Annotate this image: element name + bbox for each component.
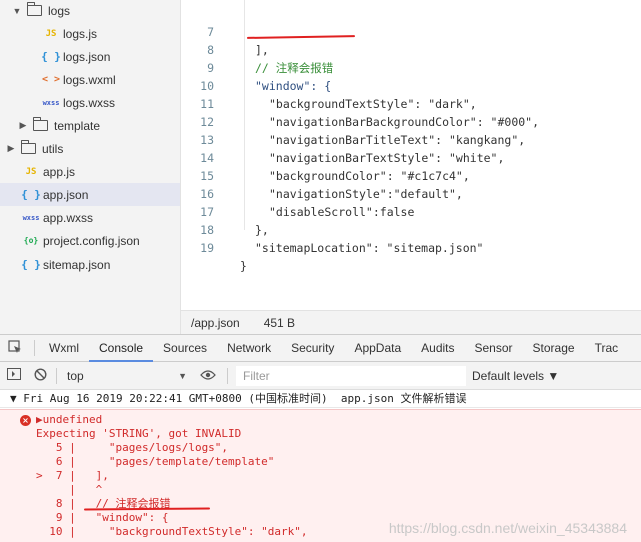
context-value: top <box>67 368 84 383</box>
console-group-header[interactable]: ▼ Fri Aug 16 2019 20:22:41 GMT+0800 (中国标… <box>0 390 641 408</box>
inspect-element-icon[interactable] <box>0 339 30 357</box>
folder-icon <box>27 2 42 16</box>
code-line: 14 "backgroundColor": "#c1c7c4", <box>181 131 641 183</box>
error-line: 5 | "pages/logs/logs", <box>36 441 229 454</box>
tab-divider <box>34 340 35 356</box>
code-editor[interactable]: 7 ], 8 // 注释会报错 9 "window": { 10 "backgr… <box>181 0 641 310</box>
filter-input[interactable]: Filter <box>236 365 466 386</box>
context-select[interactable]: top ▼ <box>61 366 193 386</box>
tree-file-app-wxss[interactable]: wxss app.wxss <box>0 206 180 229</box>
tree-folder-logs[interactable]: ▼ logs <box>0 0 180 22</box>
code-line: 18 "sitemapLocation": "sitemap.json" <box>181 203 641 255</box>
code-line: 13 "navigationBarTextStyle": "white", <box>181 113 641 165</box>
tab-network[interactable]: Network <box>217 335 281 362</box>
tab-sources[interactable]: Sources <box>153 335 217 362</box>
tree-item-label: project.config.json <box>43 233 140 248</box>
error-line: 6 | "pages/template/template" <box>36 455 275 468</box>
json-file-icon: { } <box>21 188 41 201</box>
code-line: 19 } <box>181 221 641 273</box>
tree-item-label: logs <box>48 3 71 18</box>
code-line: 11 "navigationBarBackgroundColor": "#000… <box>181 77 641 129</box>
code-text: } <box>240 259 247 273</box>
tree-item-label: app.wxss <box>43 210 94 225</box>
devtools-tab-bar: Wxml Console Sources Network Security Ap… <box>0 334 641 362</box>
js-file-icon: JS <box>25 166 37 177</box>
tree-file-logs-wxss[interactable]: wxss logs.wxss <box>0 91 180 114</box>
code-text: "sitemapLocation": "sitemap.json" <box>255 241 484 255</box>
tab-sensor[interactable]: Sensor <box>465 335 523 362</box>
tree-folder-template[interactable]: ▶ template <box>0 114 180 137</box>
tab-storage[interactable]: Storage <box>523 335 585 362</box>
tab-security[interactable]: Security <box>281 335 344 362</box>
editor-status-bar: /app.json 451 B <box>181 310 641 334</box>
code-line: 12 "navigationBarTitleText": "kangkang", <box>181 95 641 147</box>
config-file-icon: {o} <box>23 236 39 245</box>
error-expand-toggle[interactable]: ▶undefined <box>36 413 102 427</box>
tree-item-label: template <box>54 118 101 133</box>
clear-console-icon[interactable] <box>28 367 52 384</box>
line-number: 19 <box>200 241 214 255</box>
file-path: /app.json <box>191 315 240 330</box>
chevron-right-icon: ▶ <box>19 120 27 130</box>
sidebar-toggle-icon[interactable] <box>0 368 28 383</box>
tree-item-label: app.json <box>43 187 89 202</box>
file-tree: ▼ logs JS logs.js { } logs.json < > logs… <box>0 0 181 334</box>
tree-file-logs-json[interactable]: { } logs.json <box>0 45 180 68</box>
code-line: 15 "navigationStyle":"default", <box>181 149 641 201</box>
folder-icon <box>33 117 48 131</box>
tree-item-label: utils <box>42 141 64 156</box>
tab-trace[interactable]: Trac <box>585 335 629 362</box>
tab-audits[interactable]: Audits <box>411 335 464 362</box>
error-line: 9 | "window": { <box>36 511 169 524</box>
tree-item-label: logs.wxml <box>63 72 116 87</box>
code-line: 7 ], <box>181 5 641 57</box>
error-line: 10 | "backgroundTextStyle": "dark", <box>36 525 308 538</box>
console-output: ▼ Fri Aug 16 2019 20:22:41 GMT+0800 (中国标… <box>0 390 641 542</box>
chevron-right-icon: ▶ <box>7 143 15 153</box>
tree-item-label: logs.js <box>63 26 98 41</box>
watermark: https://blog.csdn.net/weixin_45343884 <box>388 520 627 536</box>
log-levels-select[interactable]: Default levels ▼ <box>472 369 559 383</box>
error-icon: × <box>20 415 31 426</box>
tree-file-app-json[interactable]: { } app.json <box>0 183 180 206</box>
tab-appdata[interactable]: AppData <box>344 335 411 362</box>
json-file-icon: { } <box>21 258 41 271</box>
code-line: 16 "disableScroll":false <box>181 167 641 219</box>
wxml-file-icon: < > <box>41 74 61 85</box>
tree-folder-utils[interactable]: ▶ utils <box>0 137 180 160</box>
tree-file-project-config[interactable]: {o} project.config.json <box>0 229 180 252</box>
tree-file-sitemap-json[interactable]: { } sitemap.json <box>0 253 180 276</box>
error-line: > 7 | ], <box>36 469 109 482</box>
wxss-file-icon: wxss <box>22 213 40 222</box>
file-size: 451 B <box>263 315 296 330</box>
toolbar-divider <box>227 367 228 384</box>
folder-icon <box>21 140 36 154</box>
tree-file-logs-wxml[interactable]: < > logs.wxml <box>0 68 180 91</box>
error-line: Expecting 'STRING', got INVALID <box>36 427 242 440</box>
json-file-icon: { } <box>41 50 61 63</box>
code-line: 9 "window": { <box>181 41 641 93</box>
eye-icon[interactable] <box>193 368 223 383</box>
tree-file-logs-js[interactable]: JS logs.js <box>0 22 180 45</box>
tree-file-app-js[interactable]: JS app.js <box>0 160 180 183</box>
toolbar-divider <box>56 367 57 384</box>
error-line: | ^ <box>36 483 103 496</box>
dropdown-arrow-icon: ▼ <box>178 370 187 381</box>
tree-item-label: logs.wxss <box>63 95 116 110</box>
js-file-icon: JS <box>45 28 57 39</box>
console-toolbar: top ▼ Filter Default levels ▼ <box>0 362 641 390</box>
tab-wxml[interactable]: Wxml <box>39 335 89 362</box>
tree-item-label: app.js <box>43 164 76 179</box>
wxss-file-icon: wxss <box>42 98 60 107</box>
tab-console[interactable]: Console <box>89 335 154 362</box>
tree-item-label: logs.json <box>63 49 111 64</box>
code-line: 10 "backgroundTextStyle": "dark", <box>181 59 641 111</box>
tree-item-label: sitemap.json <box>43 257 111 272</box>
code-line: 17 }, <box>181 185 641 237</box>
chevron-down-icon: ▼ <box>12 5 22 16</box>
